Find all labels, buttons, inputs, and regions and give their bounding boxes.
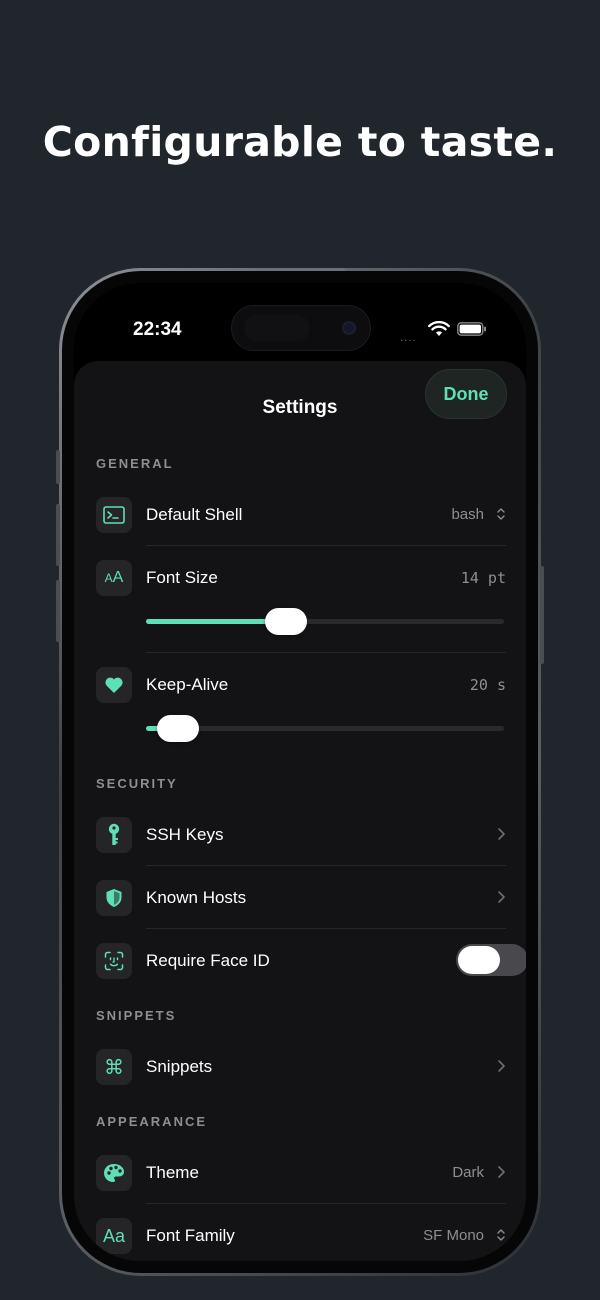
ssh-keys-row[interactable]: SSH Keys: [96, 815, 506, 853]
theme-value: Dark: [452, 1164, 484, 1181]
chevron-right-icon: [498, 891, 505, 903]
headline: Configurable to taste.: [42, 118, 558, 166]
font-family-value: SF Mono: [423, 1227, 484, 1244]
keep-alive-slider[interactable]: [146, 715, 504, 742]
chevron-right-icon: [498, 1060, 505, 1072]
divider: [146, 928, 506, 929]
known-hosts-row[interactable]: Known Hosts: [96, 878, 506, 916]
divider: [146, 545, 506, 546]
heart-icon: [96, 667, 132, 703]
command-icon: ⌘: [96, 1049, 132, 1085]
snippets-label: Snippets: [146, 1057, 213, 1076]
battery-icon: [457, 322, 486, 336]
command-glyph: ⌘: [104, 1055, 124, 1079]
section-header-appearance: APPEARANCE: [96, 1114, 208, 1129]
snippets-row[interactable]: ⌘ Snippets: [96, 1047, 506, 1085]
toggle-knob: [458, 946, 500, 974]
divider: [146, 865, 506, 866]
font-family-label: Font Family: [146, 1226, 235, 1245]
camera-icon: [342, 321, 356, 335]
font-size-value: 14 pt: [460, 569, 506, 587]
status-time: 22:34: [133, 319, 182, 340]
keep-alive-label: Keep-Alive: [146, 675, 229, 694]
chevron-right-icon: [498, 828, 505, 840]
island-sensor: [244, 315, 310, 341]
dynamic-island: [231, 305, 371, 351]
shield-icon: [96, 880, 132, 916]
font-size-row: AA Font Size 14 pt: [96, 558, 506, 596]
font-size-slider[interactable]: [146, 608, 504, 635]
slider-thumb[interactable]: [264, 608, 307, 635]
power-button: [540, 566, 544, 664]
known-hosts-label: Known Hosts: [146, 888, 247, 907]
chevron-updown-icon: [497, 1229, 505, 1241]
divider: [146, 1203, 506, 1204]
key-icon: [96, 817, 132, 853]
ssh-keys-label: SSH Keys: [146, 825, 224, 844]
default-shell-label: Default Shell: [146, 505, 243, 524]
keep-alive-value: 20 s: [469, 676, 506, 694]
default-shell-value: bash: [451, 506, 484, 523]
font-size-label: Font Size: [146, 568, 218, 587]
screen: 22:34 .... Settings Done GENERAL Default…: [74, 283, 526, 1261]
wifi-icon: [428, 321, 450, 336]
font-family-icon: Aa: [96, 1218, 132, 1254]
text-size-icon: AA: [96, 560, 132, 596]
terminal-icon: [96, 497, 132, 533]
section-header-snippets: SNIPPETS: [96, 1008, 177, 1023]
section-header-security: SECURITY: [96, 776, 178, 791]
font-family-glyph: Aa: [102, 1225, 126, 1246]
slider-thumb[interactable]: [157, 715, 200, 742]
phone-frame: 22:34 .... Settings Done GENERAL Default…: [56, 268, 544, 1276]
volume-up-button: [56, 504, 60, 566]
phone-body: 22:34 .... Settings Done GENERAL Default…: [62, 271, 538, 1273]
divider: [146, 652, 506, 653]
theme-label: Theme: [146, 1163, 199, 1182]
volume-down-button: [56, 580, 60, 642]
face-id-toggle[interactable]: [456, 944, 526, 976]
require-face-id-label: Require Face ID: [146, 951, 270, 970]
palette-icon: [96, 1155, 132, 1191]
keep-alive-row: Keep-Alive 20 s: [96, 665, 506, 703]
section-header-general: GENERAL: [96, 456, 174, 471]
font-family-row[interactable]: Aa Font Family SF Mono: [96, 1216, 506, 1254]
done-button[interactable]: Done: [425, 369, 507, 419]
require-face-id-row: Require Face ID: [96, 941, 526, 979]
slider-track: [146, 726, 504, 731]
chevron-right-icon: [498, 1166, 505, 1178]
default-shell-row[interactable]: Default Shell bash: [96, 495, 506, 533]
status-dots: ....: [400, 333, 417, 344]
face-id-icon: [96, 943, 132, 979]
theme-row[interactable]: Theme Dark: [96, 1153, 506, 1191]
chevron-updown-icon: [497, 508, 505, 520]
action-button: [56, 450, 60, 484]
